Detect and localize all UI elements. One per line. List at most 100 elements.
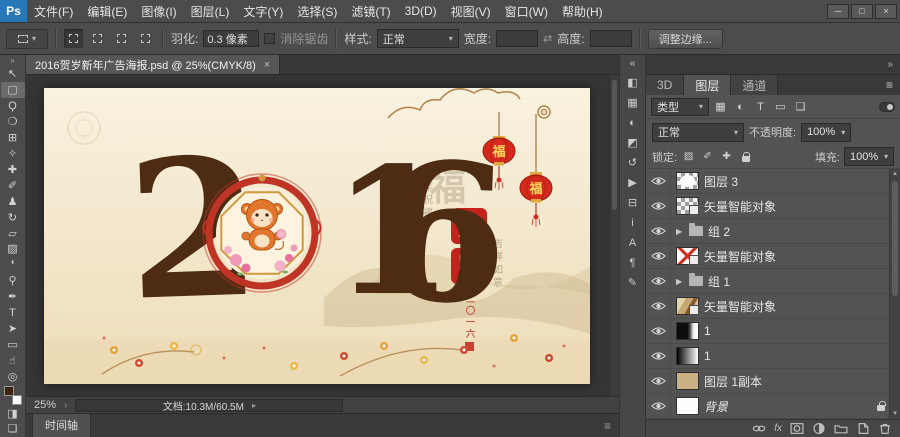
visibility-toggle[interactable] — [646, 219, 671, 243]
rectangular-marquee-tool[interactable]: ▢ — [0, 81, 25, 98]
character-panel-icon[interactable]: A — [623, 235, 643, 250]
styles-panel-icon[interactable]: ◩ — [623, 135, 643, 150]
dodge-tool[interactable]: ⚲ — [1, 273, 25, 289]
menu-3d[interactable]: 3D(D) — [398, 0, 444, 22]
brush-tool[interactable]: ✐ — [1, 177, 25, 193]
blend-mode-dropdown[interactable]: 正常 ▾ — [652, 122, 744, 142]
scrollbar-thumb[interactable] — [892, 181, 898, 296]
menu-type[interactable]: 文字(Y) — [236, 0, 290, 22]
info-panel-icon[interactable]: i — [623, 215, 643, 230]
type-layer-filter-icon[interactable]: T — [752, 98, 769, 115]
layer-row[interactable]: 矢量智能对象 — [646, 244, 889, 269]
visibility-toggle[interactable] — [646, 294, 671, 318]
clone-stamp-tool[interactable]: ♟ — [1, 193, 25, 209]
visibility-toggle[interactable] — [646, 319, 671, 343]
gradient-tool[interactable]: ▨ — [1, 241, 25, 257]
menu-view[interactable]: 视图(V) — [444, 0, 498, 22]
foreground-color-swatch[interactable] — [3, 386, 14, 397]
zoom-level[interactable]: 25% — [34, 399, 56, 411]
intersect-selection-mode-button[interactable] — [136, 29, 155, 48]
background-color-swatch[interactable] — [11, 395, 22, 406]
actions-panel-icon[interactable]: ▶ — [623, 175, 643, 190]
quick-mask-icon[interactable]: ◨ — [1, 405, 25, 421]
menu-edit[interactable]: 编辑(E) — [80, 0, 134, 22]
shape-layer-filter-icon[interactable]: ▭ — [772, 98, 789, 115]
add-layer-mask-icon[interactable] — [790, 422, 804, 435]
eyedropper-tool[interactable]: ✧ — [1, 146, 25, 162]
zoom-tool[interactable]: ◎ — [1, 368, 25, 384]
layer-style-icon[interactable]: fx — [774, 423, 782, 434]
collapse-panels-icon[interactable]: » — [887, 59, 893, 70]
color-panel-icon[interactable]: ◧ — [623, 75, 643, 90]
lasso-tool[interactable]: Ϙ — [1, 98, 25, 114]
tab-channels[interactable]: 通道 — [731, 75, 779, 95]
path-selection-tool[interactable]: ➤ — [1, 321, 25, 337]
delete-layer-icon[interactable] — [878, 422, 892, 435]
visibility-toggle[interactable] — [646, 194, 671, 218]
canvas[interactable]: 福 福 福 新年祝福 吉祥如意 贺 岁 二〇一六 2 1 6 — [44, 88, 590, 384]
height-input[interactable] — [589, 30, 632, 47]
expand-panels-icon[interactable]: « — [630, 58, 636, 70]
layer-row[interactable]: 矢量智能对象 — [646, 194, 889, 219]
opacity-dropdown[interactable]: 100% ▾ — [801, 122, 852, 142]
link-layers-icon[interactable] — [752, 422, 766, 435]
layer-row[interactable]: 图层 3 — [646, 169, 889, 194]
lock-paint-icon[interactable]: ✐ — [700, 149, 715, 164]
tab-close-icon[interactable]: × — [264, 59, 270, 71]
width-input[interactable] — [496, 30, 539, 47]
tab-layers[interactable]: 图层 — [684, 75, 732, 95]
lock-transparency-icon[interactable]: ▨ — [681, 149, 696, 164]
new-adjustment-layer-icon[interactable] — [812, 422, 826, 435]
shape-tool[interactable]: ▭ — [1, 336, 25, 352]
pixel-layer-filter-icon[interactable]: ▦ — [712, 98, 729, 115]
lock-position-icon[interactable]: ✚ — [719, 149, 734, 164]
layer-group-row[interactable]: ▶ 组 1 — [646, 269, 889, 294]
toolbox-collapse-icon[interactable]: » — [10, 56, 14, 66]
scroll-up-icon[interactable]: ▲ — [890, 171, 900, 177]
layer-row[interactable]: 图层 1副本 — [646, 369, 889, 394]
timeline-menu-icon[interactable]: ≡ — [604, 419, 611, 433]
history-brush-tool[interactable]: ↻ — [1, 209, 25, 225]
new-group-icon[interactable] — [834, 422, 848, 435]
adjustment-layer-filter-icon[interactable]: ◐ — [732, 98, 749, 115]
notes-panel-icon[interactable]: ✎ — [623, 275, 643, 290]
paragraph-panel-icon[interactable]: ¶ — [623, 255, 643, 270]
visibility-toggle[interactable] — [646, 369, 671, 393]
document-scrollbar[interactable] — [609, 75, 619, 396]
move-tool[interactable]: ↖ — [1, 66, 25, 82]
crop-tool[interactable]: ⊞ — [1, 130, 25, 146]
refine-edge-button[interactable]: 调整边缘... — [647, 28, 723, 49]
scrollbar-thumb[interactable] — [612, 80, 617, 210]
layer-row[interactable]: 1 — [646, 344, 889, 369]
healing-brush-tool[interactable]: ✚ — [1, 161, 25, 177]
expand-group-icon[interactable]: ▶ — [676, 277, 684, 286]
menu-layer[interactable]: 图层(L) — [184, 0, 237, 22]
document-info[interactable]: 文档:10.3M/60.5M ▸ — [75, 398, 344, 413]
tab-3d[interactable]: 3D — [646, 75, 685, 95]
swap-dimensions-icon[interactable]: ⇄ — [543, 32, 552, 45]
layer-row[interactable]: 1 — [646, 319, 889, 344]
type-tool[interactable]: T — [1, 305, 25, 321]
expand-group-icon[interactable]: ▶ — [676, 227, 684, 236]
quick-selection-tool[interactable]: ❍ — [1, 114, 25, 130]
tool-preset-picker[interactable]: ▾ — [6, 28, 48, 49]
menu-filter[interactable]: 滤镜(T) — [344, 0, 397, 22]
tab-timeline[interactable]: 时间轴 — [32, 413, 91, 437]
menu-help[interactable]: 帮助(H) — [555, 0, 610, 22]
add-selection-mode-button[interactable] — [88, 29, 107, 48]
status-menu-arrow-icon[interactable]: ▸ — [252, 401, 256, 410]
subtract-selection-mode-button[interactable] — [112, 29, 131, 48]
feather-input[interactable] — [203, 30, 260, 47]
pen-tool[interactable]: ✒ — [1, 289, 25, 305]
visibility-toggle[interactable] — [646, 269, 671, 293]
blur-tool[interactable]: ❛ — [1, 257, 25, 273]
menu-image[interactable]: 图像(I) — [134, 0, 183, 22]
new-layer-icon[interactable] — [856, 422, 870, 435]
minimize-button[interactable]: ─ — [827, 3, 849, 19]
color-swatches[interactable] — [3, 386, 23, 406]
menu-window[interactable]: 窗口(W) — [498, 0, 555, 22]
new-selection-mode-button[interactable] — [64, 29, 83, 48]
style-dropdown[interactable]: 正常 ▾ — [376, 29, 459, 48]
menu-file[interactable]: 文件(F) — [27, 0, 80, 22]
menu-select[interactable]: 选择(S) — [290, 0, 344, 22]
